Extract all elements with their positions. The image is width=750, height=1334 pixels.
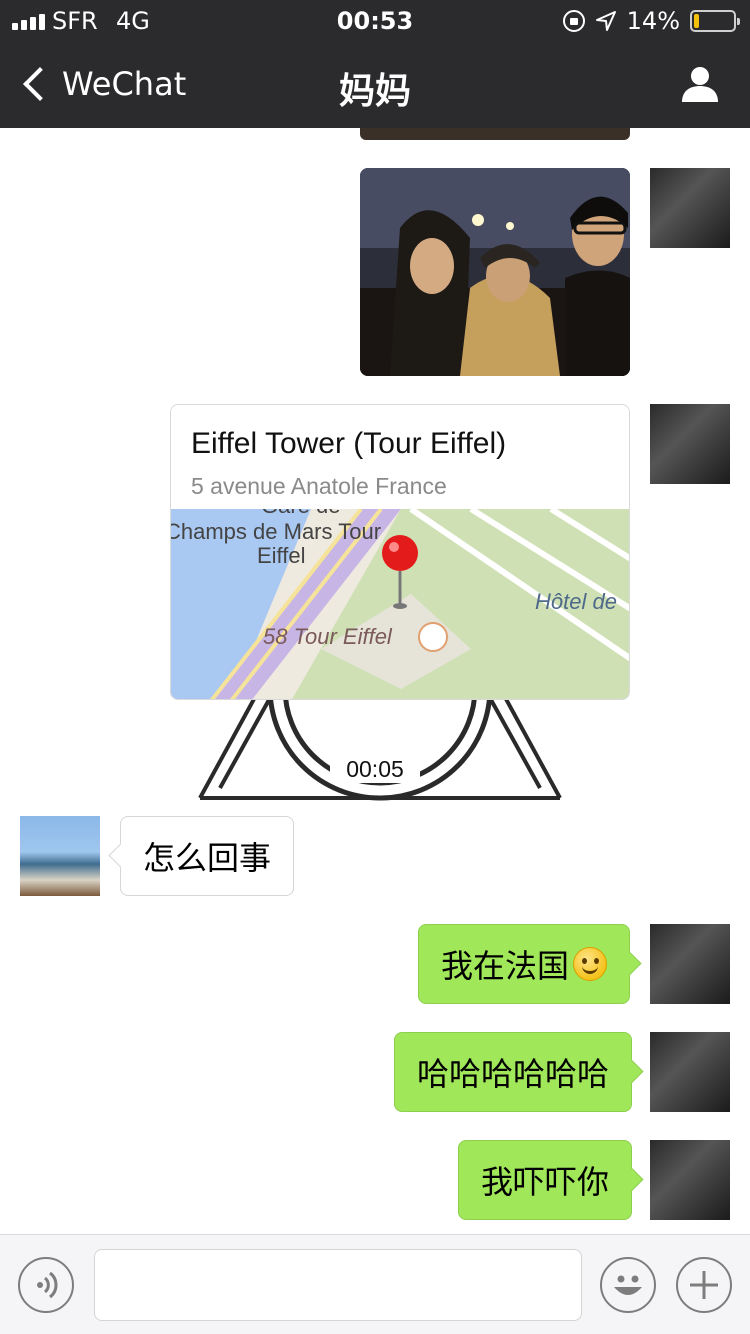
map-label-eiffel: Eiffel — [257, 543, 306, 568]
message-text: 怎么回事 — [143, 839, 272, 877]
map-pin-icon — [382, 535, 418, 571]
my-avatar[interactable] — [650, 404, 730, 484]
message-text: 我吓吓你 — [481, 1163, 610, 1201]
location-map: Gare de Champs de Mars Tour Eiffel 58 To… — [171, 493, 629, 699]
map-label-58: 58 Tour Eiffel — [263, 624, 393, 649]
previous-photo-message[interactable] — [360, 128, 630, 140]
message-text: 我在法国 — [441, 947, 570, 985]
location-address: 5 avenue Anatole France — [191, 473, 447, 499]
battery-level-fill — [694, 14, 699, 28]
voice-message-duration: 00:05 — [330, 756, 420, 783]
smiley-icon — [614, 1275, 642, 1295]
map-label-gare: Gare de — [261, 509, 341, 518]
location-message[interactable]: Eiffel Tower (Tour Eiffel) 5 avenue Anat… — [170, 404, 630, 700]
my-avatar[interactable] — [650, 924, 730, 1004]
emoji-button[interactable] — [600, 1257, 656, 1313]
contact-avatar[interactable] — [20, 816, 100, 896]
chat-area[interactable]: Eiffel Tower (Tour Eiffel) 5 avenue Anat… — [0, 128, 750, 1234]
my-avatar[interactable] — [650, 1140, 730, 1220]
rotation-lock-icon — [562, 10, 585, 32]
profile-icon[interactable] — [680, 64, 720, 104]
battery-icon — [690, 10, 740, 32]
voice-input-button[interactable] — [18, 1257, 74, 1313]
top-bar: SFR 4G 00:53 14% WeChat 妈妈 — [0, 0, 750, 128]
photo-message[interactable] — [360, 168, 630, 376]
selfie-photo — [360, 168, 630, 376]
map-label-champs: Champs de Mars Tour — [171, 519, 381, 544]
message-bubble-outgoing[interactable]: 哈哈哈哈哈哈 — [394, 1032, 633, 1112]
my-avatar[interactable] — [650, 168, 730, 248]
back-button[interactable]: WeChat — [18, 62, 186, 106]
location-services-icon — [595, 11, 616, 31]
message-bubble-outgoing[interactable]: 我在法国 — [418, 924, 631, 1004]
battery-percent: 14% — [626, 7, 680, 35]
location-name: Eiffel Tower (Tour Eiffel) — [191, 427, 507, 460]
message-bubble-incoming[interactable]: 怎么回事 — [120, 816, 295, 896]
voice-icon — [37, 1271, 58, 1299]
message-input[interactable] — [94, 1249, 582, 1321]
smile-emoji-icon — [573, 947, 608, 981]
more-options-button[interactable] — [676, 1257, 732, 1313]
my-avatar[interactable] — [650, 1032, 730, 1112]
chevron-left-icon — [23, 67, 57, 101]
message-text: 哈哈哈哈哈哈 — [417, 1055, 610, 1093]
map-label-hotel: Hôtel de — [535, 589, 617, 614]
back-label: WeChat — [62, 65, 187, 103]
status-bar: SFR 4G 00:53 14% — [0, 0, 750, 40]
input-bar — [0, 1234, 750, 1334]
plus-icon — [690, 1271, 718, 1299]
message-bubble-outgoing[interactable]: 我吓吓你 — [458, 1140, 633, 1220]
